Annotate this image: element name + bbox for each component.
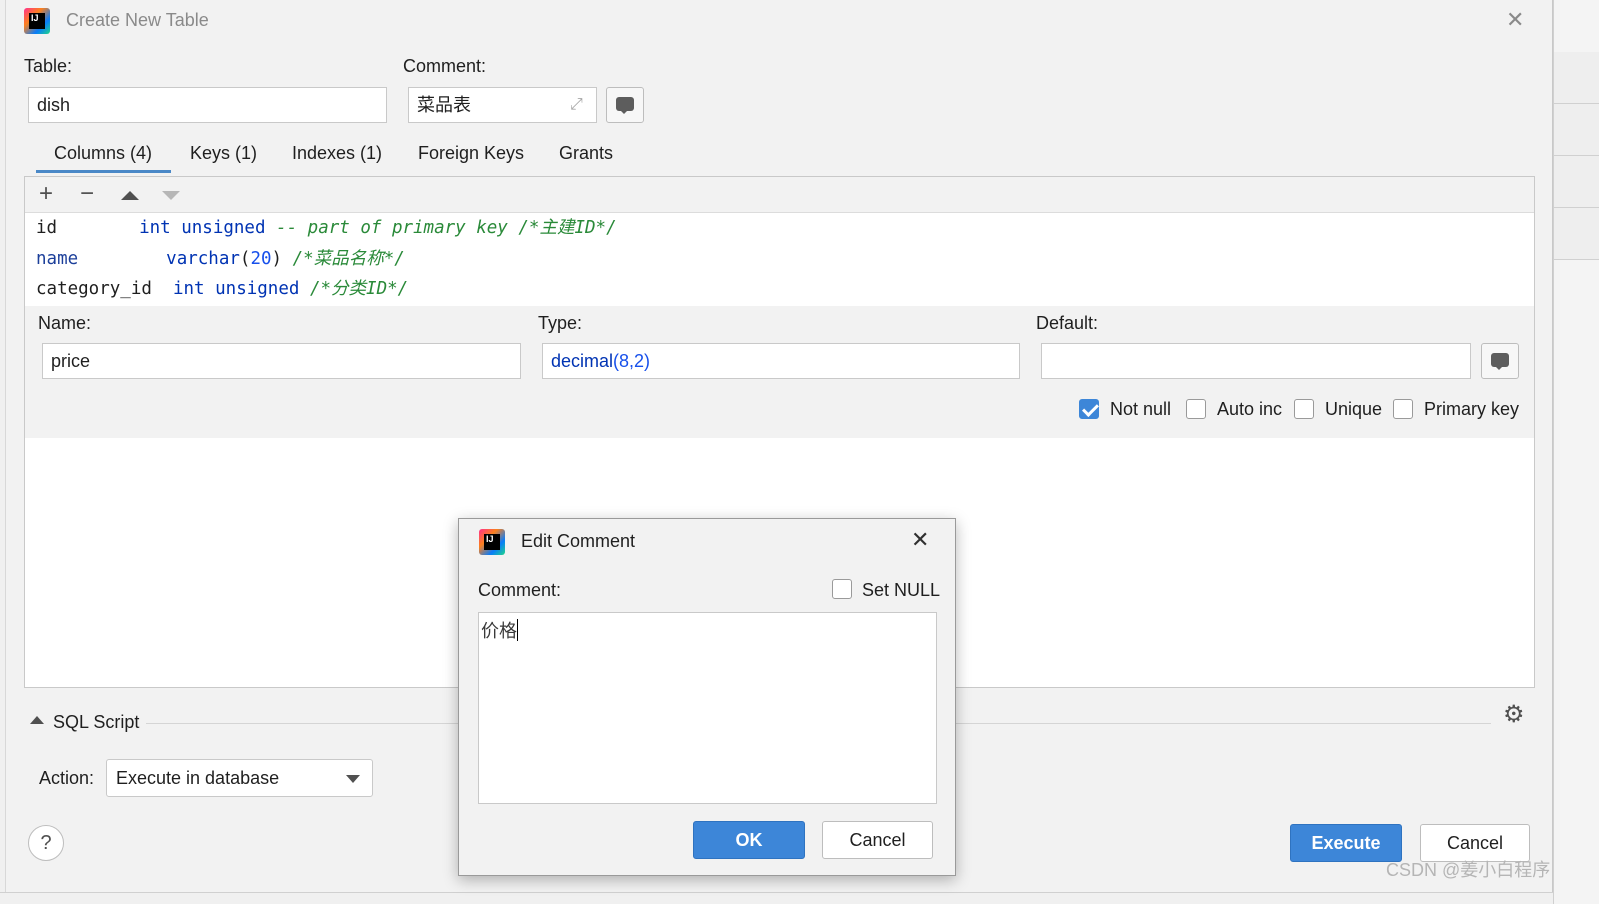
default-comment-button[interactable]	[1481, 343, 1519, 379]
set-null-label: Set NULL	[862, 580, 941, 600]
column-name: category_id	[36, 279, 152, 299]
minus-icon[interactable]: −	[74, 182, 100, 208]
dialog-title: Create New Table	[66, 10, 209, 30]
sql-script-label[interactable]: SQL Script	[53, 712, 139, 733]
comment-icon	[616, 97, 634, 114]
table-comment-value: 菜品表	[417, 95, 471, 115]
column-row[interactable]: name varchar(20) /*菜品名称*/	[36, 244, 405, 274]
expand-icon[interactable]: ⤢	[570, 96, 588, 114]
column-name: id	[36, 218, 58, 238]
column-default-label: Default:	[1036, 313, 1099, 333]
column-name: name	[36, 249, 79, 269]
help-icon[interactable]: ?	[28, 825, 64, 861]
close-icon[interactable]: ✕	[911, 529, 929, 551]
comment-button[interactable]	[606, 87, 644, 123]
background-strip	[1554, 104, 1599, 156]
auto-inc-label: Auto inc	[1217, 399, 1283, 419]
column-type-args: (8,2)	[613, 351, 651, 371]
collapse-icon[interactable]	[30, 716, 44, 724]
ok-button[interactable]: OK	[693, 821, 805, 859]
column-type-paren: (	[239, 249, 251, 269]
primary-key-label: Primary key	[1424, 399, 1520, 419]
column-type-length: 20	[250, 249, 272, 269]
column-type: int unsigned	[172, 279, 300, 299]
column-comment: /*菜品名称*/	[292, 249, 405, 269]
background-strip	[1554, 52, 1599, 104]
background-ide-right	[1553, 0, 1599, 904]
column-comment: /*分类ID*/	[309, 279, 409, 299]
app-logo-icon: IJ	[479, 529, 505, 555]
edit-comment-label: Comment:	[478, 580, 562, 600]
chevron-down-icon	[346, 775, 360, 783]
action-select-value: Execute in database	[116, 768, 280, 788]
column-type: varchar	[166, 249, 240, 269]
modal-cancel-button[interactable]: Cancel	[822, 821, 933, 859]
comment-icon	[1491, 353, 1509, 370]
primary-key-checkbox[interactable]	[1393, 399, 1413, 419]
background-strip	[1554, 208, 1599, 260]
column-editor: Name: price Type: decimal(8,2) Default: …	[25, 306, 1534, 438]
column-type: int unsigned	[139, 218, 266, 238]
move-down-icon	[156, 182, 182, 208]
unique-label: Unique	[1325, 399, 1383, 419]
tab-grants[interactable]: Grants	[559, 143, 613, 173]
plus-icon[interactable]: +	[33, 182, 59, 208]
set-null-checkbox[interactable]	[832, 579, 852, 599]
move-up-icon[interactable]	[115, 182, 141, 208]
table-label: Table:	[24, 56, 73, 76]
column-default-input[interactable]	[1041, 343, 1471, 379]
column-row[interactable]: id int unsigned -- part of primary key /*…	[36, 213, 617, 243]
edit-comment-title: Edit Comment	[521, 531, 636, 551]
dialog-titlebar: IJ Create New Table ✕	[6, 0, 1552, 42]
section-divider	[956, 723, 1491, 724]
gear-icon[interactable]: ⚙	[1503, 703, 1525, 727]
table-comment-input[interactable]: 菜品表 ⤢	[408, 87, 597, 123]
unique-checkbox[interactable]	[1294, 399, 1314, 419]
watermark: CSDN @姜小白程序	[1386, 860, 1551, 880]
action-label: Action:	[39, 768, 95, 788]
action-select[interactable]: Execute in database	[106, 759, 373, 797]
column-name-input[interactable]: price	[42, 343, 521, 379]
tab-foreign-keys[interactable]: Foreign Keys	[418, 143, 524, 173]
background-ide-bottom	[0, 892, 1553, 904]
not-null-checkbox[interactable]	[1079, 399, 1099, 419]
app-logo-icon: IJ	[24, 8, 50, 34]
columns-toolbar: + −	[25, 177, 1534, 213]
background-strip	[1554, 156, 1599, 208]
comment-label: Comment:	[403, 56, 487, 76]
close-icon[interactable]: ✕	[1506, 9, 1524, 31]
auto-inc-checkbox[interactable]	[1186, 399, 1206, 419]
tab-columns[interactable]: Columns (4)	[36, 143, 171, 173]
column-comment: /*主建ID*/	[518, 218, 617, 238]
column-extra: -- part of primary key	[265, 218, 508, 238]
not-null-label: Not null	[1110, 399, 1172, 419]
table-name-input[interactable]: dish	[28, 87, 387, 123]
tab-keys[interactable]: Keys (1)	[190, 143, 257, 173]
column-type-paren: )	[271, 249, 283, 269]
column-row[interactable]: category_id int unsigned /*分类ID*/	[36, 274, 408, 304]
comment-text: 价格	[481, 621, 517, 642]
section-divider	[146, 723, 458, 724]
tab-indexes[interactable]: Indexes (1)	[292, 143, 382, 173]
comment-textarea[interactable]: 价格	[478, 612, 937, 804]
column-type-input[interactable]: decimal(8,2)	[542, 343, 1020, 379]
text-cursor	[517, 619, 518, 641]
column-type-label: Type:	[538, 313, 583, 333]
column-name-label: Name:	[38, 313, 92, 333]
column-type-keyword: decimal	[551, 351, 614, 371]
edit-comment-dialog: IJ Edit Comment ✕ Comment: Set NULL 价格 O…	[458, 518, 956, 876]
